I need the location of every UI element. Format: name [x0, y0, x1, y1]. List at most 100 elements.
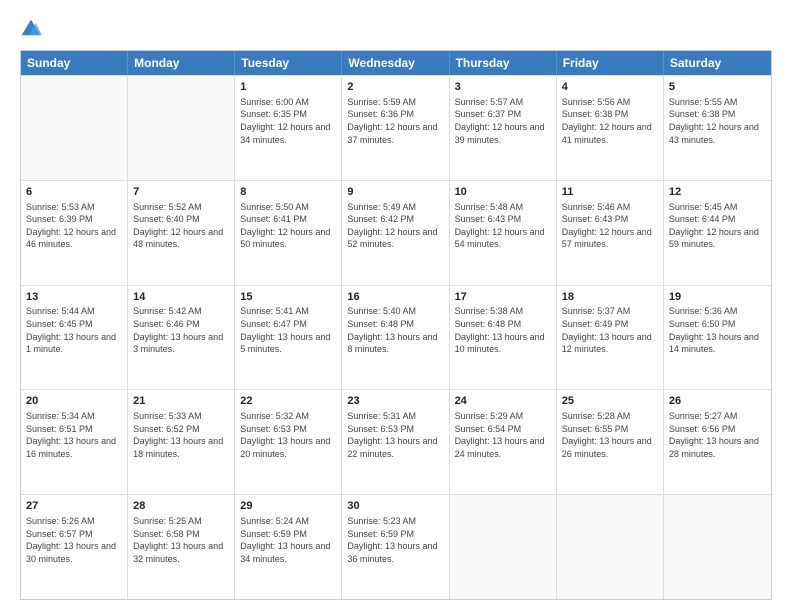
day-number: 13: [26, 290, 122, 305]
day-info: Sunrise: 5:40 AM Sunset: 6:48 PM Dayligh…: [347, 305, 443, 355]
day-info: Sunrise: 5:42 AM Sunset: 6:46 PM Dayligh…: [133, 305, 229, 355]
calendar-row-0: 1Sunrise: 6:00 AM Sunset: 6:35 PM Daylig…: [21, 75, 771, 180]
day-number: 14: [133, 290, 229, 305]
calendar-cell: 23Sunrise: 5:31 AM Sunset: 6:53 PM Dayli…: [342, 390, 449, 494]
day-number: 27: [26, 499, 122, 514]
logo-icon: [20, 18, 42, 40]
calendar-cell: [664, 495, 771, 599]
day-info: Sunrise: 5:44 AM Sunset: 6:45 PM Dayligh…: [26, 305, 122, 355]
day-number: 2: [347, 80, 443, 95]
day-info: Sunrise: 6:00 AM Sunset: 6:35 PM Dayligh…: [240, 96, 336, 146]
day-number: 11: [562, 185, 658, 200]
day-number: 7: [133, 185, 229, 200]
day-number: 25: [562, 394, 658, 409]
calendar-header-row: SundayMondayTuesdayWednesdayThursdayFrid…: [21, 51, 771, 75]
header-cell-thursday: Thursday: [450, 51, 557, 75]
calendar-cell: 8Sunrise: 5:50 AM Sunset: 6:41 PM Daylig…: [235, 181, 342, 285]
day-number: 17: [455, 290, 551, 305]
day-info: Sunrise: 5:45 AM Sunset: 6:44 PM Dayligh…: [669, 201, 766, 251]
calendar-cell: 13Sunrise: 5:44 AM Sunset: 6:45 PM Dayli…: [21, 286, 128, 390]
calendar-cell: 14Sunrise: 5:42 AM Sunset: 6:46 PM Dayli…: [128, 286, 235, 390]
calendar-cell: 17Sunrise: 5:38 AM Sunset: 6:48 PM Dayli…: [450, 286, 557, 390]
logo: [20, 18, 46, 40]
day-number: 19: [669, 290, 766, 305]
calendar-cell: 26Sunrise: 5:27 AM Sunset: 6:56 PM Dayli…: [664, 390, 771, 494]
day-number: 16: [347, 290, 443, 305]
day-number: 21: [133, 394, 229, 409]
day-info: Sunrise: 5:27 AM Sunset: 6:56 PM Dayligh…: [669, 410, 766, 460]
calendar-row-3: 20Sunrise: 5:34 AM Sunset: 6:51 PM Dayli…: [21, 389, 771, 494]
day-number: 29: [240, 499, 336, 514]
header-cell-sunday: Sunday: [21, 51, 128, 75]
day-number: 30: [347, 499, 443, 514]
calendar-cell: 27Sunrise: 5:26 AM Sunset: 6:57 PM Dayli…: [21, 495, 128, 599]
day-info: Sunrise: 5:34 AM Sunset: 6:51 PM Dayligh…: [26, 410, 122, 460]
header-cell-monday: Monday: [128, 51, 235, 75]
calendar-cell: 29Sunrise: 5:24 AM Sunset: 6:59 PM Dayli…: [235, 495, 342, 599]
day-info: Sunrise: 5:48 AM Sunset: 6:43 PM Dayligh…: [455, 201, 551, 251]
calendar: SundayMondayTuesdayWednesdayThursdayFrid…: [20, 50, 772, 600]
day-info: Sunrise: 5:56 AM Sunset: 6:38 PM Dayligh…: [562, 96, 658, 146]
day-number: 12: [669, 185, 766, 200]
day-info: Sunrise: 5:46 AM Sunset: 6:43 PM Dayligh…: [562, 201, 658, 251]
day-info: Sunrise: 5:32 AM Sunset: 6:53 PM Dayligh…: [240, 410, 336, 460]
calendar-cell: [450, 495, 557, 599]
day-number: 9: [347, 185, 443, 200]
day-info: Sunrise: 5:37 AM Sunset: 6:49 PM Dayligh…: [562, 305, 658, 355]
calendar-cell: 6Sunrise: 5:53 AM Sunset: 6:39 PM Daylig…: [21, 181, 128, 285]
calendar-cell: [21, 76, 128, 180]
calendar-cell: 5Sunrise: 5:55 AM Sunset: 6:38 PM Daylig…: [664, 76, 771, 180]
day-number: 6: [26, 185, 122, 200]
calendar-cell: 16Sunrise: 5:40 AM Sunset: 6:48 PM Dayli…: [342, 286, 449, 390]
calendar-cell: 24Sunrise: 5:29 AM Sunset: 6:54 PM Dayli…: [450, 390, 557, 494]
day-number: 23: [347, 394, 443, 409]
calendar-cell: 20Sunrise: 5:34 AM Sunset: 6:51 PM Dayli…: [21, 390, 128, 494]
day-info: Sunrise: 5:24 AM Sunset: 6:59 PM Dayligh…: [240, 515, 336, 565]
header-cell-saturday: Saturday: [664, 51, 771, 75]
calendar-row-1: 6Sunrise: 5:53 AM Sunset: 6:39 PM Daylig…: [21, 180, 771, 285]
day-info: Sunrise: 5:36 AM Sunset: 6:50 PM Dayligh…: [669, 305, 766, 355]
day-number: 20: [26, 394, 122, 409]
calendar-cell: 9Sunrise: 5:49 AM Sunset: 6:42 PM Daylig…: [342, 181, 449, 285]
day-info: Sunrise: 5:57 AM Sunset: 6:37 PM Dayligh…: [455, 96, 551, 146]
calendar-cell: 7Sunrise: 5:52 AM Sunset: 6:40 PM Daylig…: [128, 181, 235, 285]
calendar-cell: 19Sunrise: 5:36 AM Sunset: 6:50 PM Dayli…: [664, 286, 771, 390]
calendar-cell: 1Sunrise: 6:00 AM Sunset: 6:35 PM Daylig…: [235, 76, 342, 180]
day-info: Sunrise: 5:23 AM Sunset: 6:59 PM Dayligh…: [347, 515, 443, 565]
calendar-cell: 18Sunrise: 5:37 AM Sunset: 6:49 PM Dayli…: [557, 286, 664, 390]
day-info: Sunrise: 5:29 AM Sunset: 6:54 PM Dayligh…: [455, 410, 551, 460]
calendar-cell: 25Sunrise: 5:28 AM Sunset: 6:55 PM Dayli…: [557, 390, 664, 494]
day-info: Sunrise: 5:26 AM Sunset: 6:57 PM Dayligh…: [26, 515, 122, 565]
day-info: Sunrise: 5:41 AM Sunset: 6:47 PM Dayligh…: [240, 305, 336, 355]
day-number: 10: [455, 185, 551, 200]
calendar-cell: 3Sunrise: 5:57 AM Sunset: 6:37 PM Daylig…: [450, 76, 557, 180]
day-info: Sunrise: 5:50 AM Sunset: 6:41 PM Dayligh…: [240, 201, 336, 251]
calendar-row-2: 13Sunrise: 5:44 AM Sunset: 6:45 PM Dayli…: [21, 285, 771, 390]
day-info: Sunrise: 5:31 AM Sunset: 6:53 PM Dayligh…: [347, 410, 443, 460]
calendar-cell: 12Sunrise: 5:45 AM Sunset: 6:44 PM Dayli…: [664, 181, 771, 285]
header-cell-wednesday: Wednesday: [342, 51, 449, 75]
day-info: Sunrise: 5:59 AM Sunset: 6:36 PM Dayligh…: [347, 96, 443, 146]
day-info: Sunrise: 5:38 AM Sunset: 6:48 PM Dayligh…: [455, 305, 551, 355]
calendar-cell: 30Sunrise: 5:23 AM Sunset: 6:59 PM Dayli…: [342, 495, 449, 599]
calendar-row-4: 27Sunrise: 5:26 AM Sunset: 6:57 PM Dayli…: [21, 494, 771, 599]
calendar-cell: 11Sunrise: 5:46 AM Sunset: 6:43 PM Dayli…: [557, 181, 664, 285]
day-number: 26: [669, 394, 766, 409]
day-number: 24: [455, 394, 551, 409]
header-cell-tuesday: Tuesday: [235, 51, 342, 75]
day-info: Sunrise: 5:55 AM Sunset: 6:38 PM Dayligh…: [669, 96, 766, 146]
day-info: Sunrise: 5:25 AM Sunset: 6:58 PM Dayligh…: [133, 515, 229, 565]
day-number: 3: [455, 80, 551, 95]
header-cell-friday: Friday: [557, 51, 664, 75]
day-number: 18: [562, 290, 658, 305]
header: [20, 18, 772, 40]
day-number: 28: [133, 499, 229, 514]
calendar-cell: 22Sunrise: 5:32 AM Sunset: 6:53 PM Dayli…: [235, 390, 342, 494]
day-info: Sunrise: 5:33 AM Sunset: 6:52 PM Dayligh…: [133, 410, 229, 460]
day-number: 8: [240, 185, 336, 200]
day-number: 15: [240, 290, 336, 305]
day-number: 22: [240, 394, 336, 409]
calendar-cell: 15Sunrise: 5:41 AM Sunset: 6:47 PM Dayli…: [235, 286, 342, 390]
calendar-cell: 28Sunrise: 5:25 AM Sunset: 6:58 PM Dayli…: [128, 495, 235, 599]
page: SundayMondayTuesdayWednesdayThursdayFrid…: [0, 0, 792, 612]
